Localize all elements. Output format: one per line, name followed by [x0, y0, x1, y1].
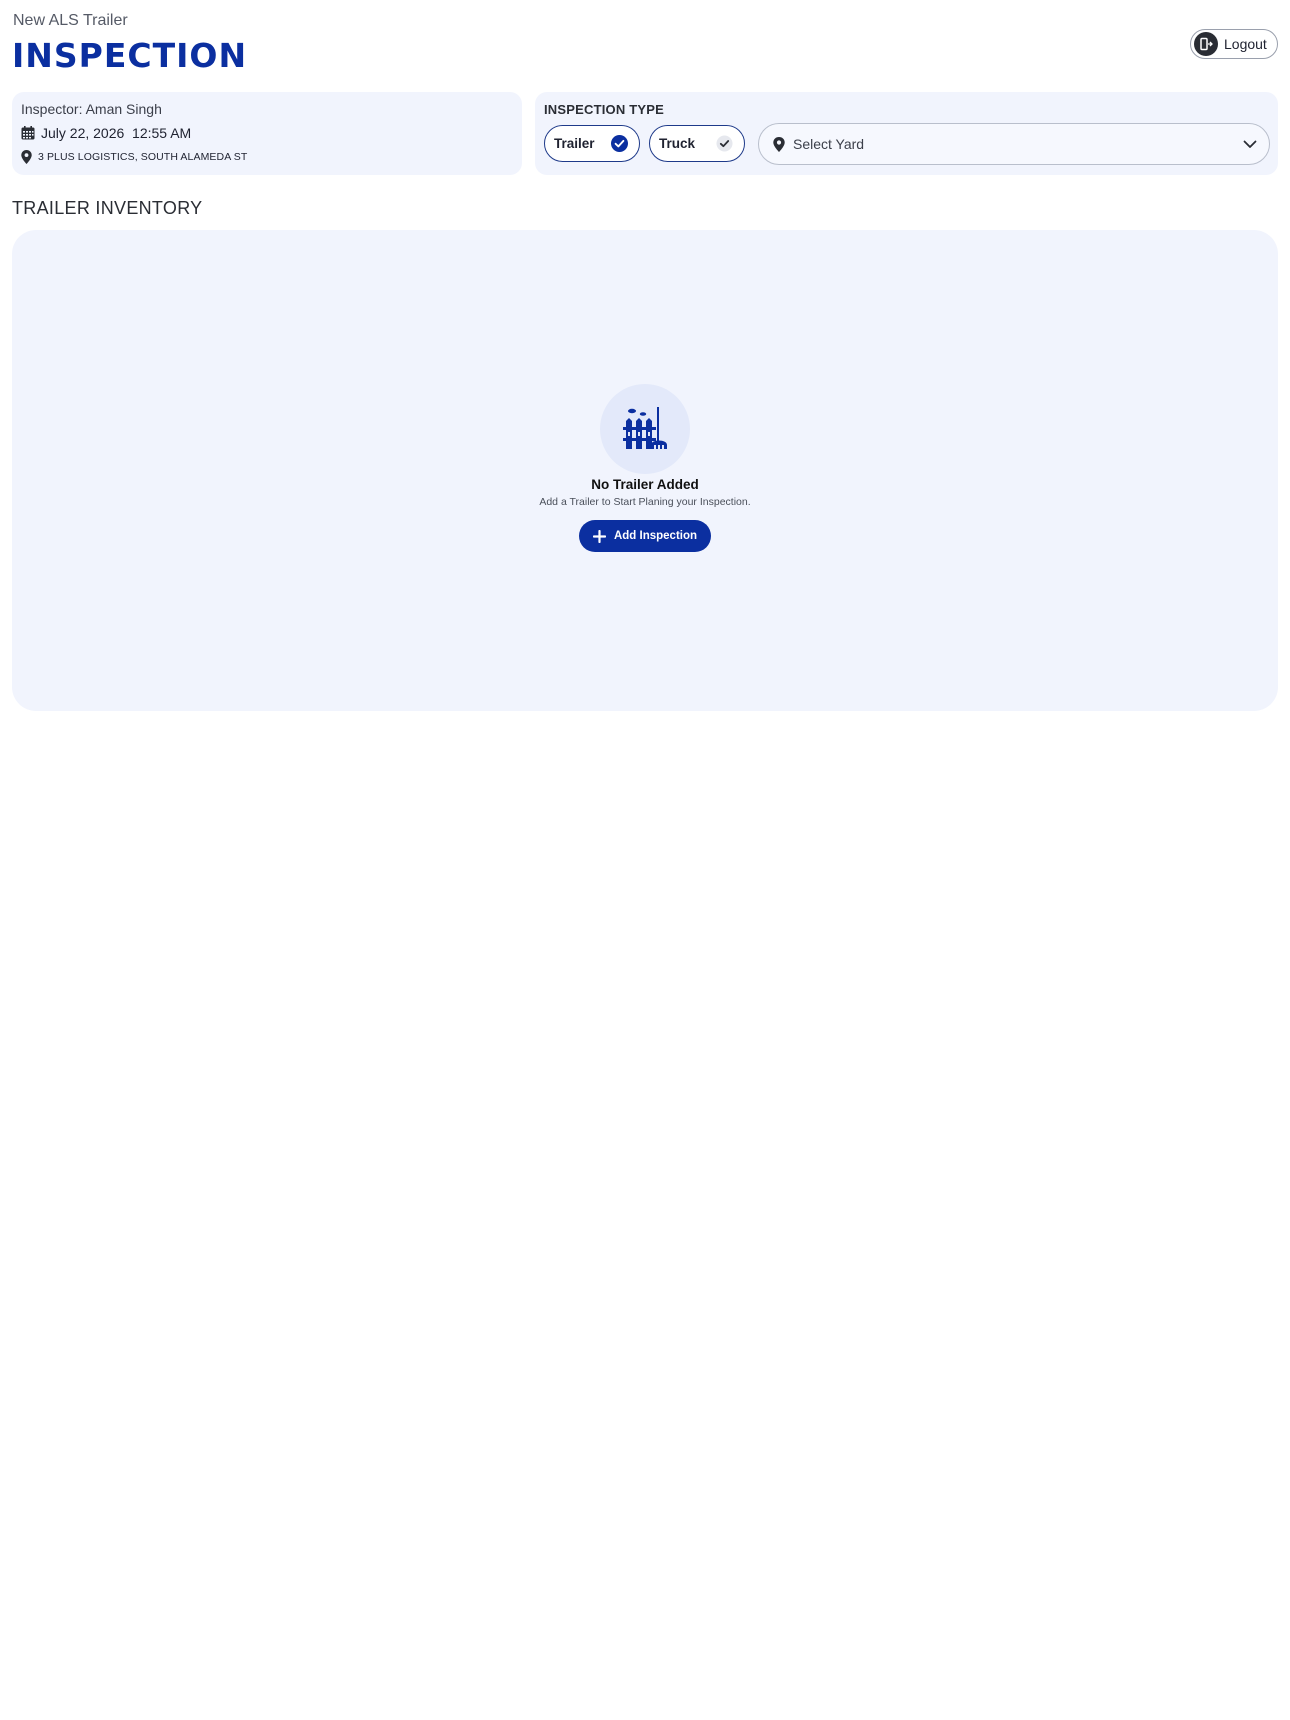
address-text: 3 PLUS LOGISTICS, SOUTH ALAMEDA ST	[38, 151, 248, 163]
chevron-down-icon	[1243, 137, 1257, 151]
select-yard-placeholder: Select Yard	[793, 136, 865, 152]
select-yard-dropdown[interactable]: Select Yard	[758, 123, 1270, 165]
trailer-option-label: Trailer	[554, 136, 595, 151]
yard-fence-icon	[600, 384, 690, 474]
calendar-icon	[21, 126, 35, 140]
inspection-address: 3 PLUS LOGISTICS, SOUTH ALAMEDA ST	[21, 150, 247, 164]
inspector-info-card: Inspector: Aman Singh July 22, 2026 12:5…	[12, 92, 522, 175]
trailer-option[interactable]: Trailer	[544, 125, 640, 162]
plus-icon	[592, 529, 606, 543]
location-pin-icon	[21, 150, 32, 164]
page-subtitle: New ALS Trailer	[13, 12, 128, 29]
inspection-datetime: July 22, 2026 12:55 AM	[21, 125, 191, 141]
location-pin-icon	[773, 136, 785, 152]
logout-button[interactable]: Logout	[1190, 29, 1278, 59]
add-inspection-button[interactable]: Add Inspection	[579, 520, 711, 552]
trailer-inventory-panel: No Trailer Added Add a Trailer to Start …	[12, 230, 1278, 711]
inspection-type-label: INSPECTION TYPE	[544, 102, 665, 117]
empty-state: No Trailer Added Add a Trailer to Start …	[12, 384, 1278, 552]
inspector-name: Inspector: Aman Singh	[21, 101, 162, 117]
page-title: INSPECTION	[12, 36, 248, 75]
truck-option-label: Truck	[659, 136, 696, 151]
logout-icon	[1194, 32, 1218, 56]
truck-option[interactable]: Truck	[649, 125, 745, 162]
inspection-type-card: INSPECTION TYPE Trailer Truck Select Yar…	[535, 92, 1278, 175]
inspection-page: New ALS Trailer INSPECTION Logout Inspec…	[0, 0, 1290, 1720]
check-circle-icon	[716, 135, 733, 157]
add-inspection-label: Add Inspection	[613, 530, 698, 542]
empty-state-title: No Trailer Added	[591, 477, 699, 492]
logout-label: Logout	[1224, 36, 1267, 52]
empty-state-subtitle: Add a Trailer to Start Planing your Insp…	[539, 496, 751, 508]
datetime-text: July 22, 2026 12:55 AM	[41, 125, 192, 141]
check-circle-icon	[611, 135, 628, 157]
trailer-inventory-title: TRAILER INVENTORY	[12, 198, 203, 218]
